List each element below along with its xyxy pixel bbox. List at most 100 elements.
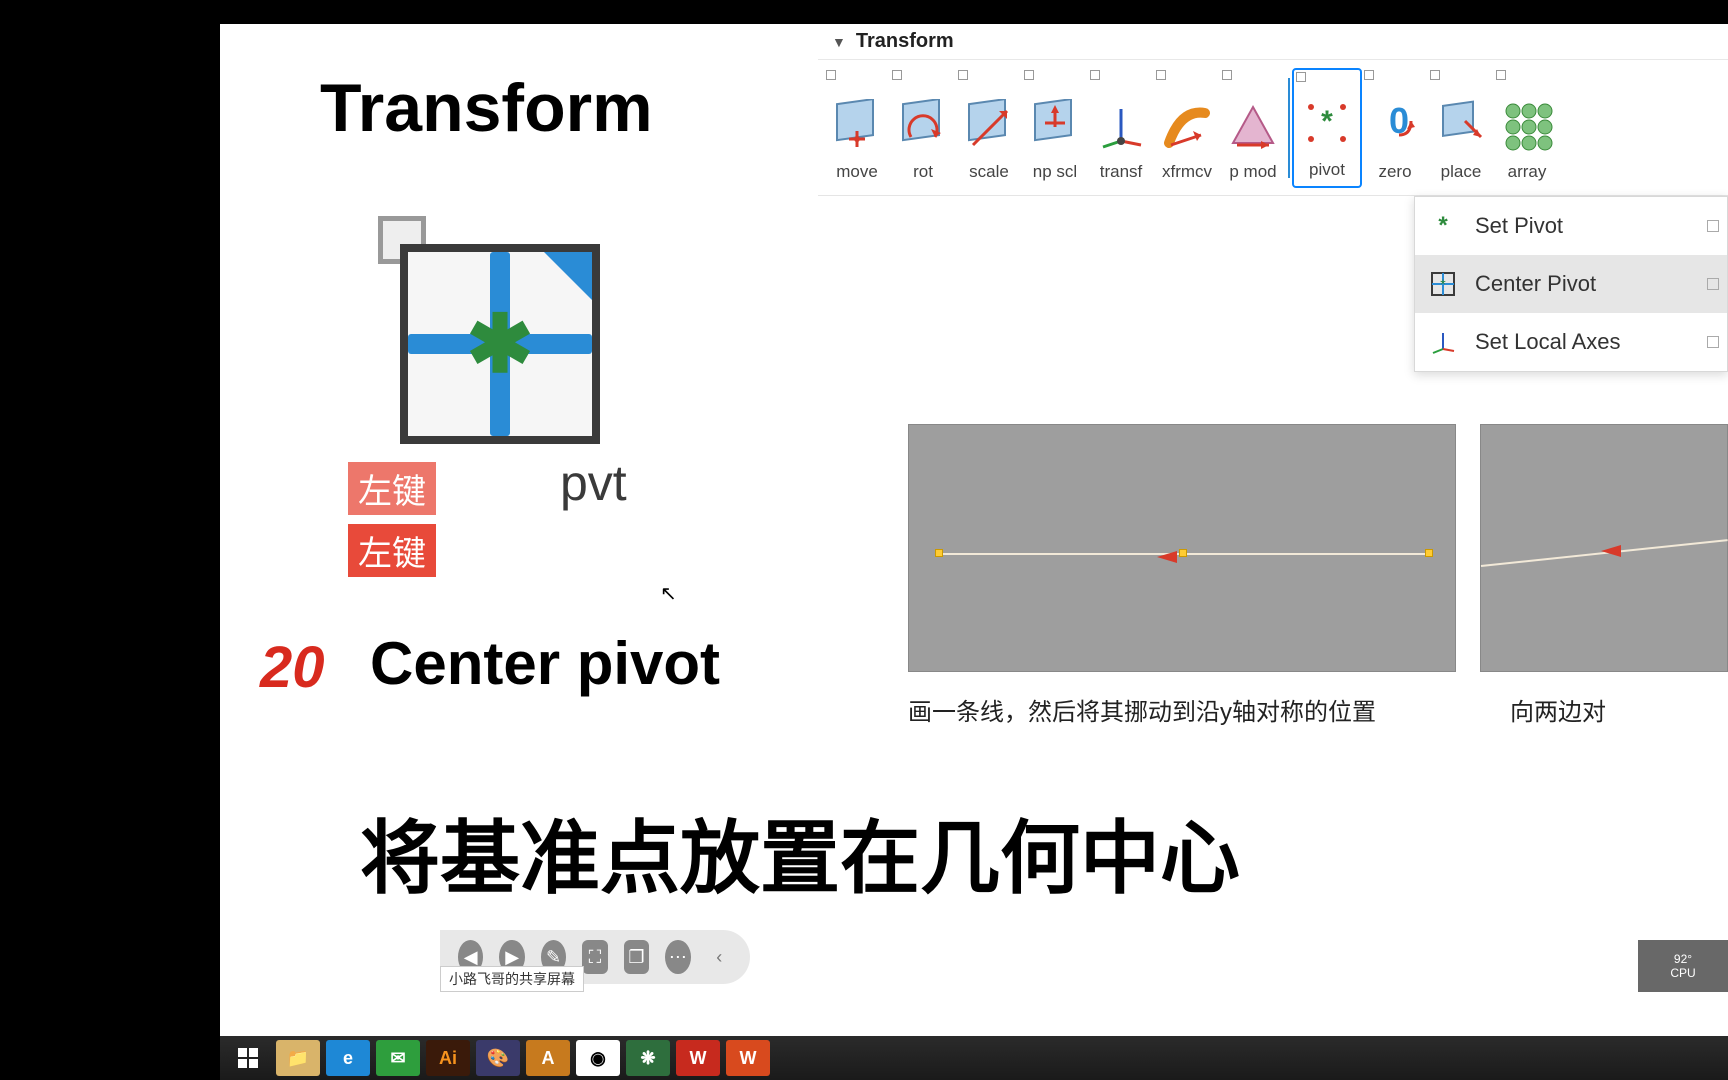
pvt-label: pvt [560,454,627,512]
launcher-icon[interactable] [1222,70,1232,80]
toolbar-divider [1288,78,1290,178]
tool-label: rot [913,162,933,182]
arrow-icon [1157,551,1177,563]
launcher-icon[interactable] [1024,70,1034,80]
start-button[interactable] [226,1040,270,1076]
palette-icon[interactable]: 🎨 [476,1040,520,1076]
settings-icon[interactable]: ❋ [626,1040,670,1076]
pivot-dropdown: * Set Pivot * Center Pivot Set Local Axe… [1414,196,1728,372]
option-box-icon[interactable] [1707,278,1719,290]
wps-icon[interactable]: W [726,1040,770,1076]
launcher-icon[interactable] [1090,70,1100,80]
viewport-preview-2 [1480,424,1728,672]
launcher-icon[interactable] [1496,70,1506,80]
option-box-icon[interactable] [1707,220,1719,232]
scale-icon [960,96,1018,154]
launcher-icon[interactable] [1296,72,1306,82]
launcher-icon[interactable] [826,70,836,80]
pivot-icon: * [1298,94,1356,152]
left-click-badge: 左键 [348,462,436,515]
tool-pmod[interactable]: p mod [1220,68,1286,188]
step-number: 20 [260,634,325,701]
temp-value: 92° [1674,952,1692,966]
collapse-triangle-icon[interactable]: ▼ [832,34,846,50]
expand-button[interactable]: ⛶ [582,940,607,974]
npscale-icon [1026,96,1084,154]
tool-label: p mod [1229,162,1276,182]
endpoint-dot [935,549,943,557]
tool-move[interactable]: move [824,68,890,188]
rotate-icon [894,96,952,154]
arrow-icon [1601,545,1621,557]
tool-npscl[interactable]: np scl [1022,68,1088,188]
svg-text:*: * [1440,276,1446,292]
tool-place[interactable]: place [1428,68,1494,188]
tool-label: zero [1378,162,1411,182]
caption-2: 向两边对 [1510,692,1606,727]
copy-button[interactable]: ❐ [624,940,649,974]
tool-label: place [1441,162,1482,182]
launcher-icon[interactable] [958,70,968,80]
top-letterbox [0,0,1728,24]
launcher-icon[interactable] [892,70,902,80]
tool-label: move [836,162,878,182]
tool-scale[interactable]: scale [956,68,1022,188]
more-button[interactable]: ⋯ [665,940,690,974]
center-pivot-icon: * [1427,268,1459,300]
axes-icon [1427,326,1459,358]
move-icon [828,96,886,154]
tool-label: array [1508,162,1547,182]
dd-center-pivot[interactable]: * Center Pivot [1415,255,1727,313]
launcher-icon[interactable] [1364,70,1374,80]
launcher-icon[interactable] [1156,70,1166,80]
tool-label: xfrmcv [1162,162,1212,182]
illustrator-icon[interactable]: Ai [426,1040,470,1076]
dd-set-local-axes[interactable]: Set Local Axes [1415,313,1727,371]
chinese-description: 将基准点放置在几何中心 [360,794,1240,910]
step-heading: Center pivot [370,629,720,698]
viewport-preview-1 [908,424,1456,672]
midpoint-dot [1179,549,1187,557]
transf-icon [1092,96,1150,154]
slide-content: Transform ▼ Transform move rot scale [220,24,1728,1036]
zero-icon: 0 [1366,96,1424,154]
cursor-icon: ↖ [660,581,677,606]
tool-xfrmcv[interactable]: xfrmcv [1154,68,1220,188]
system-monitor: 92° CPU [1638,940,1728,992]
tool-label: scale [969,162,1009,182]
star-icon: * [1427,210,1459,242]
option-box-icon[interactable] [1707,336,1719,348]
wechat-icon[interactable]: ✉ [376,1040,420,1076]
edge-icon[interactable]: e [326,1040,370,1076]
tool-pivot[interactable]: * pivot [1292,68,1362,188]
triangle-icon [544,252,592,300]
pivot-box: ✱ [400,244,600,444]
tool-array[interactable]: array [1494,68,1560,188]
collapse-button[interactable]: ‹ [707,940,732,974]
dd-label: Set Pivot [1475,213,1563,239]
dd-label: Set Local Axes [1475,329,1621,355]
transform-toolbar: move rot scale np scl [818,60,1728,196]
launcher-icon[interactable] [1430,70,1440,80]
tool-rot[interactable]: rot [890,68,956,188]
chrome-icon[interactable]: ◉ [576,1040,620,1076]
tool-label: pivot [1309,160,1345,180]
caption-1: 画一条线，然后将其挪动到沿y轴对称的位置 [908,692,1376,727]
dd-set-pivot[interactable]: * Set Pivot [1415,197,1727,255]
tool-transf[interactable]: transf [1088,68,1154,188]
dd-label: Center Pivot [1475,271,1596,297]
explorer-icon[interactable]: 📁 [276,1040,320,1076]
windows-taskbar[interactable]: 📁 e ✉ Ai 🎨 A ◉ ❋ W W [220,1036,1728,1080]
xfrmcv-icon [1158,96,1216,154]
place-icon [1432,96,1490,154]
tool-zero[interactable]: 0 zero [1362,68,1428,188]
array-icon [1498,96,1556,154]
star-icon: ✱ [466,298,533,391]
transform-panel-header[interactable]: ▼ Transform [818,24,1728,60]
share-screen-label: 小路飞哥的共享屏幕 [440,966,584,992]
app-w-icon[interactable]: W [676,1040,720,1076]
left-click-badge: 左键 [348,524,436,577]
panel-title: Transform [856,30,954,53]
slide-title: Transform [320,69,653,147]
app-icon[interactable]: A [526,1040,570,1076]
